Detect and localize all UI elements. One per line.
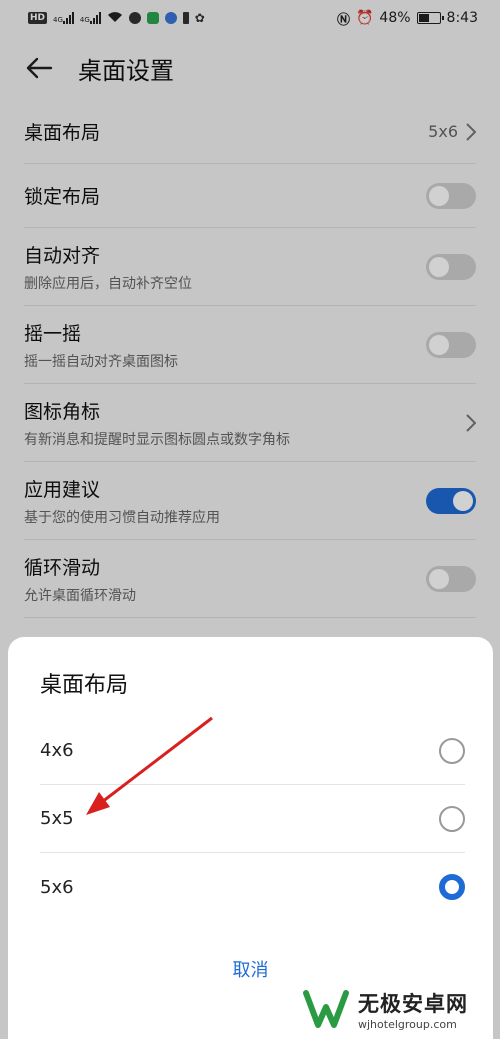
watermark-name: 无极安卓网 bbox=[358, 991, 468, 1016]
watermark-url: wjhotelgroup.com bbox=[358, 1017, 457, 1031]
logo-icon bbox=[303, 990, 349, 1028]
annotation-arrow-icon bbox=[86, 716, 213, 815]
watermark: 无极安卓网 wjhotelgroup.com bbox=[302, 982, 492, 1036]
